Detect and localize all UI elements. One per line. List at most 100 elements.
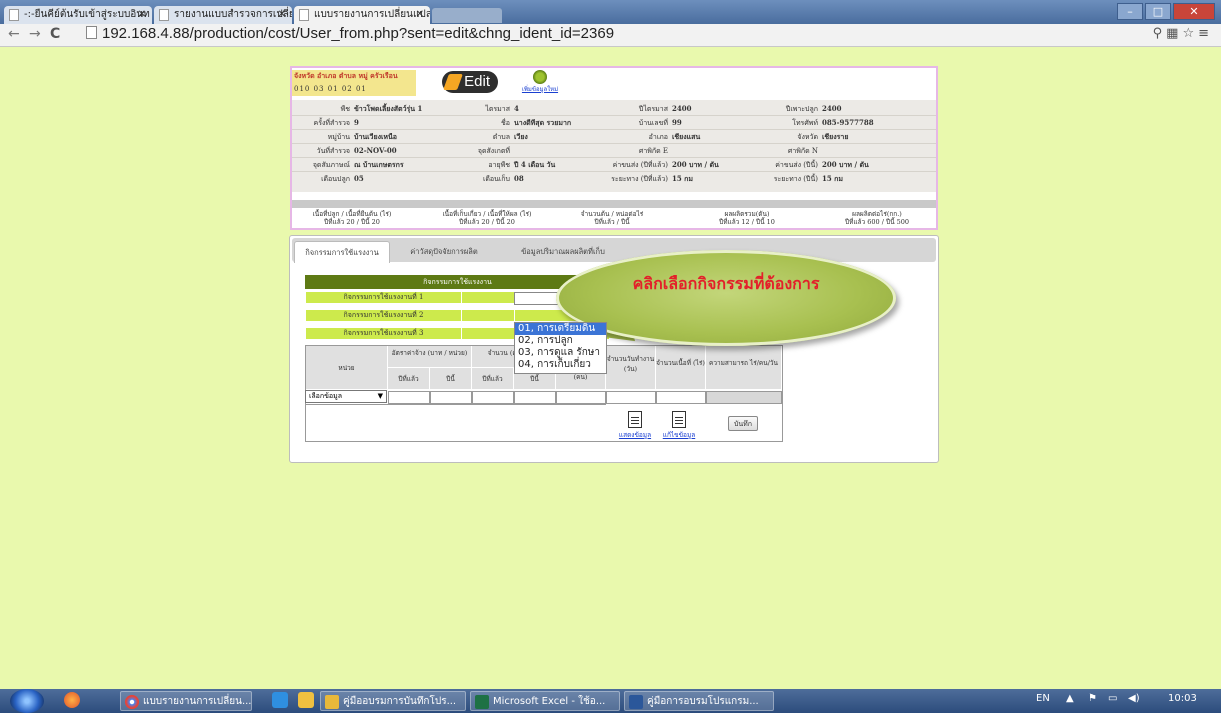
add-new-button[interactable]: เพิ่มข้อมูลใหม่ bbox=[520, 70, 560, 98]
wage-this-year-input[interactable] bbox=[430, 391, 472, 404]
back-icon[interactable]: ← bbox=[8, 26, 20, 42]
record-header: จังหวัด อำเภอ ตำบล หมู่ ครัวเรือน 010 03… bbox=[290, 66, 938, 230]
close-icon[interactable]: ✕ bbox=[138, 6, 146, 24]
edit-document-icon bbox=[672, 411, 686, 428]
area-header: จำนวนเนื้อที่ (ไร่) bbox=[656, 346, 706, 390]
browser-tab-3[interactable]: แบบรายงานการเปลี่ยนแปลงข้ ✕ bbox=[294, 6, 430, 24]
dropdown-option[interactable]: 01, การเตรียมดิน bbox=[515, 323, 606, 335]
grid-line bbox=[292, 129, 936, 130]
qty-this-year-input[interactable] bbox=[514, 391, 556, 404]
grid-line bbox=[292, 143, 936, 144]
new-tab-button[interactable] bbox=[432, 8, 502, 23]
browser-tab-2[interactable]: รายงานแบบสำรวจการเปลี่ยนแ ✕ bbox=[154, 6, 292, 24]
taskbar-item-word-2[interactable]: คู่มือการอบรมโปรแกรม... bbox=[624, 691, 774, 711]
unit-select-value: เลือกข้อมูล bbox=[309, 392, 343, 400]
info-value: นางดีทีสุด รวยมาก bbox=[514, 118, 572, 127]
tray-expand-icon[interactable]: ▲ bbox=[1066, 693, 1074, 704]
info-label: จุดสังเกตที่ bbox=[477, 147, 510, 155]
forward-icon[interactable]: → bbox=[29, 26, 41, 42]
info-label: ไตรมาส bbox=[485, 105, 510, 113]
explorer-icon[interactable] bbox=[298, 692, 314, 708]
info-value: 99 bbox=[672, 118, 682, 127]
people-input[interactable] bbox=[556, 391, 606, 404]
info-value: 200 บาท / ตัน bbox=[822, 160, 869, 169]
taskbar-item-label: คู่มือการอบรมโปรแกรม... bbox=[647, 696, 759, 707]
menu-icon[interactable]: ≡ bbox=[1198, 26, 1213, 41]
wage-last-year-input[interactable] bbox=[388, 391, 430, 404]
translate-icon[interactable]: ▦ bbox=[1166, 26, 1182, 41]
close-icon[interactable]: ✕ bbox=[278, 6, 286, 24]
stat-harvest-area: เนื้อที่เก็บเกี่ยว / เนื้อที่ให้ผล (ไร่)… bbox=[432, 210, 542, 226]
unit-select[interactable]: เลือกข้อมูล ▼ bbox=[305, 390, 387, 403]
show-data-button[interactable]: แสดงข้อมูล bbox=[612, 411, 658, 440]
tab-yield-data[interactable]: ข้อมูลปริมาณผลผลิตที่เก็บ bbox=[498, 241, 628, 262]
clock[interactable]: 10:03 bbox=[1168, 693, 1197, 704]
chrome-icon bbox=[125, 695, 139, 709]
page-icon bbox=[159, 9, 169, 21]
info-label: จุดสัมภาษณ์ bbox=[312, 161, 350, 169]
volume-icon[interactable]: ◀) bbox=[1128, 693, 1140, 704]
callout-text: คลิกเลือกกิจกรรมที่ต้องการ bbox=[632, 274, 820, 293]
folder-icon bbox=[325, 695, 339, 709]
stat-yield-per-rai: ผลผลิตต่อไร่(กก.) ปีที่แล้ว 600 / ปีนี้ … bbox=[822, 210, 932, 226]
address-bar[interactable]: 192.168.4.88/production/cost/User_from.p… bbox=[86, 25, 614, 42]
info-label: จังหวัด bbox=[797, 133, 818, 141]
location-code-values: 010 03 01 02 01 bbox=[294, 85, 367, 93]
capacity-header: ความสามารถ ไร่/คน/วัน bbox=[706, 346, 782, 390]
info-label: ปีเพาะปลูก bbox=[785, 105, 818, 113]
reload-icon[interactable]: C bbox=[50, 26, 60, 42]
windows-taskbar: แบบรายงานการเปลี่ยน... คู่มืออบรมการบันท… bbox=[0, 689, 1221, 713]
stat-values: ปีที่แล้ว 20 / ปีนี้ 20 bbox=[459, 218, 515, 226]
toolbar-actions: ⚲▦☆≡ bbox=[1153, 26, 1213, 41]
url-text: 192.168.4.88/production/cost/User_from.p… bbox=[102, 25, 615, 42]
wage-header: อัตราค่าจ้าง (บาท / หน่วย) bbox=[388, 346, 472, 368]
stat-title: เนื้อที่เก็บเกี่ยว / เนื้อที่ให้ผล (ไร่) bbox=[442, 210, 532, 218]
bookmark-star-icon[interactable]: ☆ bbox=[1182, 26, 1198, 41]
tab-material-costs[interactable]: ค่าวัสดุปัจจัยการผลิต bbox=[392, 241, 496, 262]
minimize-button[interactable]: – bbox=[1117, 3, 1143, 20]
save-button[interactable]: บันทึก bbox=[728, 416, 758, 431]
qty-last-year-input[interactable] bbox=[472, 391, 514, 404]
media-player-icon[interactable] bbox=[64, 692, 80, 708]
taskbar-item-word-1[interactable]: คู่มืออบรมการบันทึกโปร... bbox=[320, 691, 466, 711]
window-close-button[interactable]: ✕ bbox=[1173, 3, 1215, 20]
taskbar-item-excel[interactable]: Microsoft Excel - ใช้อ... bbox=[470, 691, 620, 711]
stat-values: ปีที่แล้ว 12 / ปีนี้ 10 bbox=[719, 218, 775, 226]
close-icon[interactable]: ✕ bbox=[416, 6, 424, 24]
info-label: วันที่สำรวจ bbox=[316, 147, 350, 155]
tab-labor-activities[interactable]: กิจกรรมการใช้แรงงาน bbox=[294, 241, 390, 263]
edit-button[interactable]: Edit bbox=[442, 71, 498, 93]
start-button[interactable] bbox=[10, 689, 44, 713]
network-icon[interactable]: ▭ bbox=[1108, 693, 1117, 704]
document-icon bbox=[628, 411, 642, 428]
dropdown-option[interactable]: 04, การเก็บเกี่ยว bbox=[515, 359, 606, 371]
info-value: 05 bbox=[354, 174, 364, 183]
taskbar-item-chrome[interactable]: แบบรายงานการเปลี่ยน... bbox=[120, 691, 252, 711]
info-label: พืช bbox=[340, 105, 350, 113]
edit-data-button[interactable]: แก้ไขข้อมูล bbox=[656, 411, 702, 440]
maximize-button[interactable]: □ bbox=[1145, 3, 1171, 20]
info-value: ณ บ้านเกษตรกร bbox=[354, 160, 404, 169]
ie-icon[interactable] bbox=[272, 692, 288, 708]
days-input[interactable] bbox=[606, 391, 656, 404]
browser-titlebar: -:-ยืนคีย์ต้นรับเข้าสู่ระบบอินท ✕ รายงาน… bbox=[0, 0, 1221, 24]
info-label: หมู่บ้าน bbox=[327, 133, 350, 141]
info-value: 08 bbox=[514, 174, 524, 183]
info-label: ระยะทาง (ปีที่แล้ว) bbox=[611, 175, 668, 183]
info-label: อายุพืช bbox=[488, 161, 510, 169]
dropdown-option[interactable]: 03, การดูแล รักษา bbox=[515, 347, 606, 359]
activity-cell bbox=[462, 328, 514, 339]
stat-title: จำนวนต้น / หน่อต่อไร่ bbox=[580, 210, 644, 218]
table-footer-spacer bbox=[306, 404, 606, 441]
info-value: 2400 bbox=[822, 104, 842, 113]
area-input[interactable] bbox=[656, 391, 706, 404]
dropdown-option[interactable]: 02, การปลูก bbox=[515, 335, 606, 347]
activity-label: กิจกรรมการใช้แรงงานที่ 3 bbox=[306, 328, 461, 339]
zoom-icon[interactable]: ⚲ bbox=[1153, 26, 1167, 41]
flag-icon[interactable]: ⚑ bbox=[1088, 693, 1097, 704]
browser-tab-1[interactable]: -:-ยืนคีย์ต้นรับเข้าสู่ระบบอินท ✕ bbox=[4, 6, 152, 24]
language-indicator[interactable]: EN bbox=[1036, 693, 1050, 704]
browser-tab-label: แบบรายงานการเปลี่ยนแปลงข้ bbox=[314, 9, 430, 20]
info-value: บ้านเวียงเหนือ bbox=[354, 132, 397, 141]
info-label: อำเภอ bbox=[648, 133, 668, 141]
